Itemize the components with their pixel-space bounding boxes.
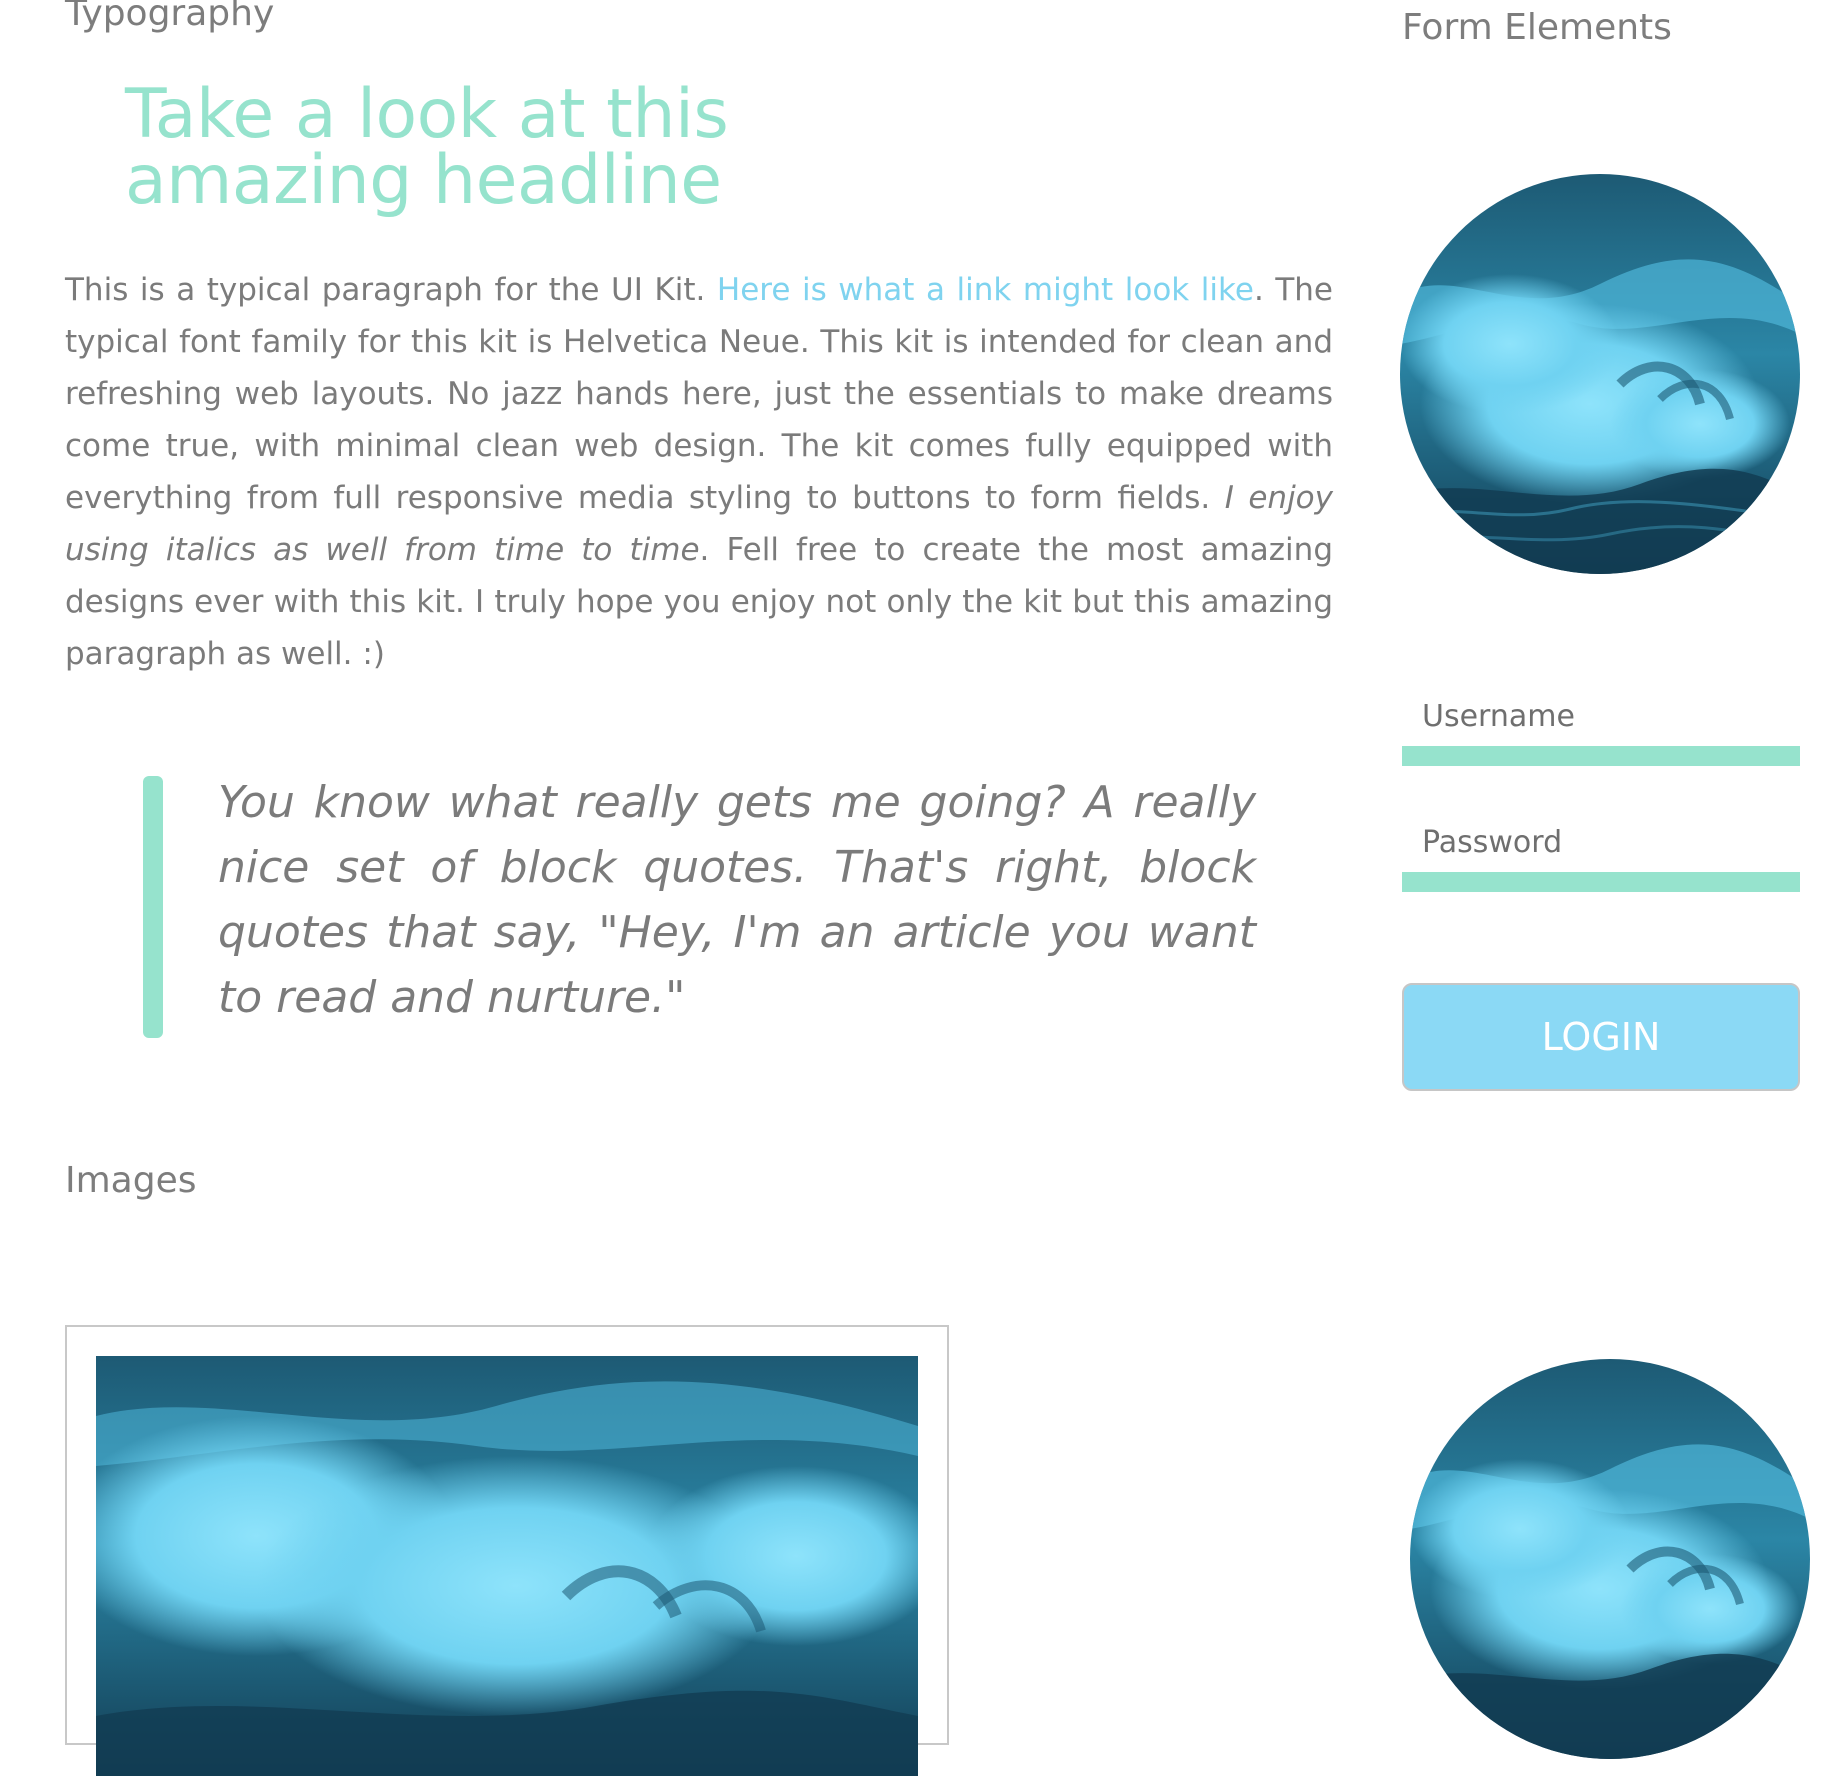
wave-image-circle-small	[1410, 1359, 1810, 1759]
blockquote-bar	[143, 776, 163, 1038]
headline: Take a look at this amazing headline	[125, 75, 729, 220]
username-field[interactable]	[1402, 688, 1800, 768]
blockquote-text: You know what really gets me going? A re…	[218, 777, 1256, 1023]
wave-image-rect	[96, 1356, 918, 1776]
typography-section-title: Typography	[65, 0, 275, 34]
sample-link[interactable]: Here is what a link might look like	[717, 272, 1254, 308]
username-underline	[1402, 746, 1800, 766]
wave-image-circle	[1400, 174, 1800, 574]
images-section-title: Images	[65, 1160, 197, 1201]
password-underline	[1402, 872, 1800, 892]
password-input[interactable]	[1402, 814, 1800, 870]
wave-image-framed	[65, 1325, 949, 1776]
blockquote: You know what really gets me going? A re…	[143, 776, 1256, 1038]
form-section-title: Form Elements	[1402, 7, 1672, 48]
paragraph-intro: This is a typical paragraph for the UI K…	[65, 272, 717, 308]
username-input[interactable]	[1402, 688, 1800, 744]
login-button[interactable]: LOGIN	[1402, 983, 1800, 1091]
password-field[interactable]	[1402, 814, 1800, 894]
paragraph-after-link: . The typical font family for this kit i…	[65, 272, 1333, 516]
body-paragraph: This is a typical paragraph for the UI K…	[65, 264, 1333, 680]
